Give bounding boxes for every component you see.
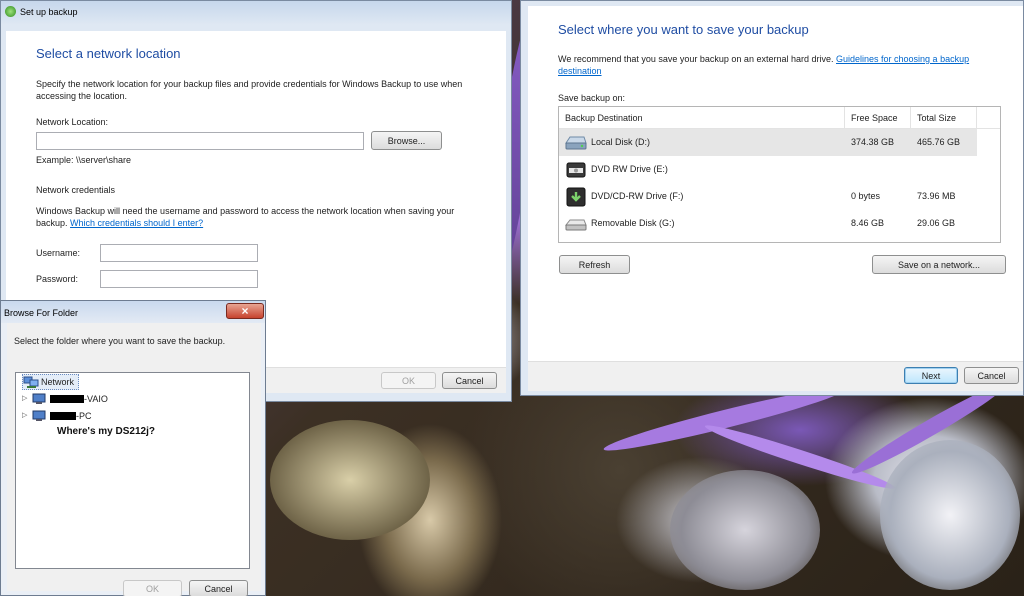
column-header-total-size[interactable]: Total Size [911, 107, 977, 129]
cancel-button[interactable]: Cancel [189, 580, 248, 596]
computer-icon [32, 393, 46, 404]
username-input[interactable] [100, 244, 258, 262]
cd-drive-icon [566, 187, 586, 207]
password-input[interactable] [100, 270, 258, 288]
credentials-help-link[interactable]: Which credentials should I enter? [70, 218, 203, 228]
refresh-button[interactable]: Refresh [559, 255, 630, 274]
destination-name: Local Disk (D:) [591, 137, 651, 147]
expand-arrow-icon[interactable]: ▷ [22, 391, 32, 407]
table-row[interactable]: DVD RW Drive (E:) [559, 156, 977, 183]
dialog-title: Browse For Folder [4, 308, 79, 318]
save-on-label: Save backup on: [558, 93, 626, 103]
column-header-free-space[interactable]: Free Space [845, 107, 911, 129]
network-location-input[interactable] [36, 132, 364, 150]
total-size-value: 465.76 GB [917, 137, 961, 147]
page-title: Select where you want to save your backu… [558, 22, 809, 37]
credentials-heading: Network credentials [36, 185, 116, 195]
network-location-label: Network Location: [36, 117, 109, 127]
instruction-text: Select the folder where you want to save… [14, 336, 226, 346]
wallpaper-petal [670, 470, 820, 590]
destination-name: Removable Disk (G:) [591, 218, 675, 228]
folder-tree[interactable]: Network ▷ -VAIO ▷ -PC Where's my DS212j? [15, 372, 250, 569]
example-text: Example: \\server\share [36, 155, 132, 165]
browse-button[interactable]: Browse... [371, 131, 442, 150]
ok-button[interactable]: OK [381, 372, 436, 389]
tree-item-computer[interactable]: ▷ -VAIO [22, 391, 108, 407]
redacted-name [50, 412, 76, 420]
close-button[interactable]: × [226, 303, 264, 319]
network-icon [23, 376, 39, 388]
description-text: Specify the network location for your ba… [36, 79, 463, 101]
ok-button[interactable]: OK [123, 580, 182, 596]
close-icon: × [241, 304, 249, 318]
redacted-name [50, 395, 84, 403]
free-space-value: 374.38 GB [851, 137, 895, 147]
destination-name: DVD RW Drive (E:) [591, 164, 668, 174]
backup-app-icon [5, 6, 16, 17]
title-bar[interactable]: Set up backup [1, 1, 511, 25]
tree-label: Network [41, 377, 75, 387]
save-on-network-button[interactable]: Save on a network... [872, 255, 1006, 274]
next-button[interactable]: Next [904, 367, 958, 384]
tree-item-network[interactable]: Network [22, 374, 80, 390]
free-space-value: 8.46 GB [851, 218, 885, 228]
table-row[interactable]: Removable Disk (G:) 8.46 GB 29.06 GB [559, 210, 977, 237]
annotation-text: Where's my DS212j? [57, 426, 155, 437]
credentials-text: Windows Backup will need the username an… [36, 205, 476, 229]
wallpaper-petal [880, 440, 1020, 590]
total-size-value: 29.06 GB [917, 218, 956, 228]
total-size-value: 73.96 MB [917, 191, 956, 201]
column-header-destination[interactable]: Backup Destination [559, 107, 845, 129]
username-label: Username: [36, 248, 81, 258]
tree-item-computer[interactable]: ▷ -PC [22, 408, 92, 424]
table-row[interactable]: DVD/CD-RW Drive (F:) 0 bytes 73.96 MB [559, 183, 977, 210]
page-title: Select a network location [36, 46, 181, 61]
wallpaper-petal [270, 420, 430, 540]
removable-disk-icon [564, 219, 587, 231]
window-title: Set up backup [20, 7, 78, 17]
hard-disk-icon [565, 136, 587, 150]
title-bar[interactable]: Browse For Folder × [1, 301, 265, 323]
tree-label: -VAIO [84, 394, 108, 404]
recommendation-text: We recommend that you save your backup o… [558, 53, 1008, 77]
password-label: Password: [36, 274, 79, 284]
destination-name: DVD/CD-RW Drive (F:) [591, 191, 684, 201]
tree-label: -PC [76, 411, 92, 421]
recommendation-description: We recommend that you save your backup o… [558, 54, 834, 64]
free-space-value: 0 bytes [851, 191, 881, 201]
cancel-button[interactable]: Cancel [442, 372, 497, 389]
cancel-button[interactable]: Cancel [964, 367, 1019, 384]
table-header: Backup Destination Free Space Total Size [559, 107, 1000, 129]
dvd-drive-icon [566, 162, 586, 178]
computer-icon [32, 410, 46, 421]
table-row[interactable]: Local Disk (D:) 374.38 GB 465.76 GB [559, 129, 977, 156]
backup-destination-table: Backup Destination Free Space Total Size… [558, 106, 1001, 243]
expand-arrow-icon[interactable]: ▷ [22, 408, 32, 424]
